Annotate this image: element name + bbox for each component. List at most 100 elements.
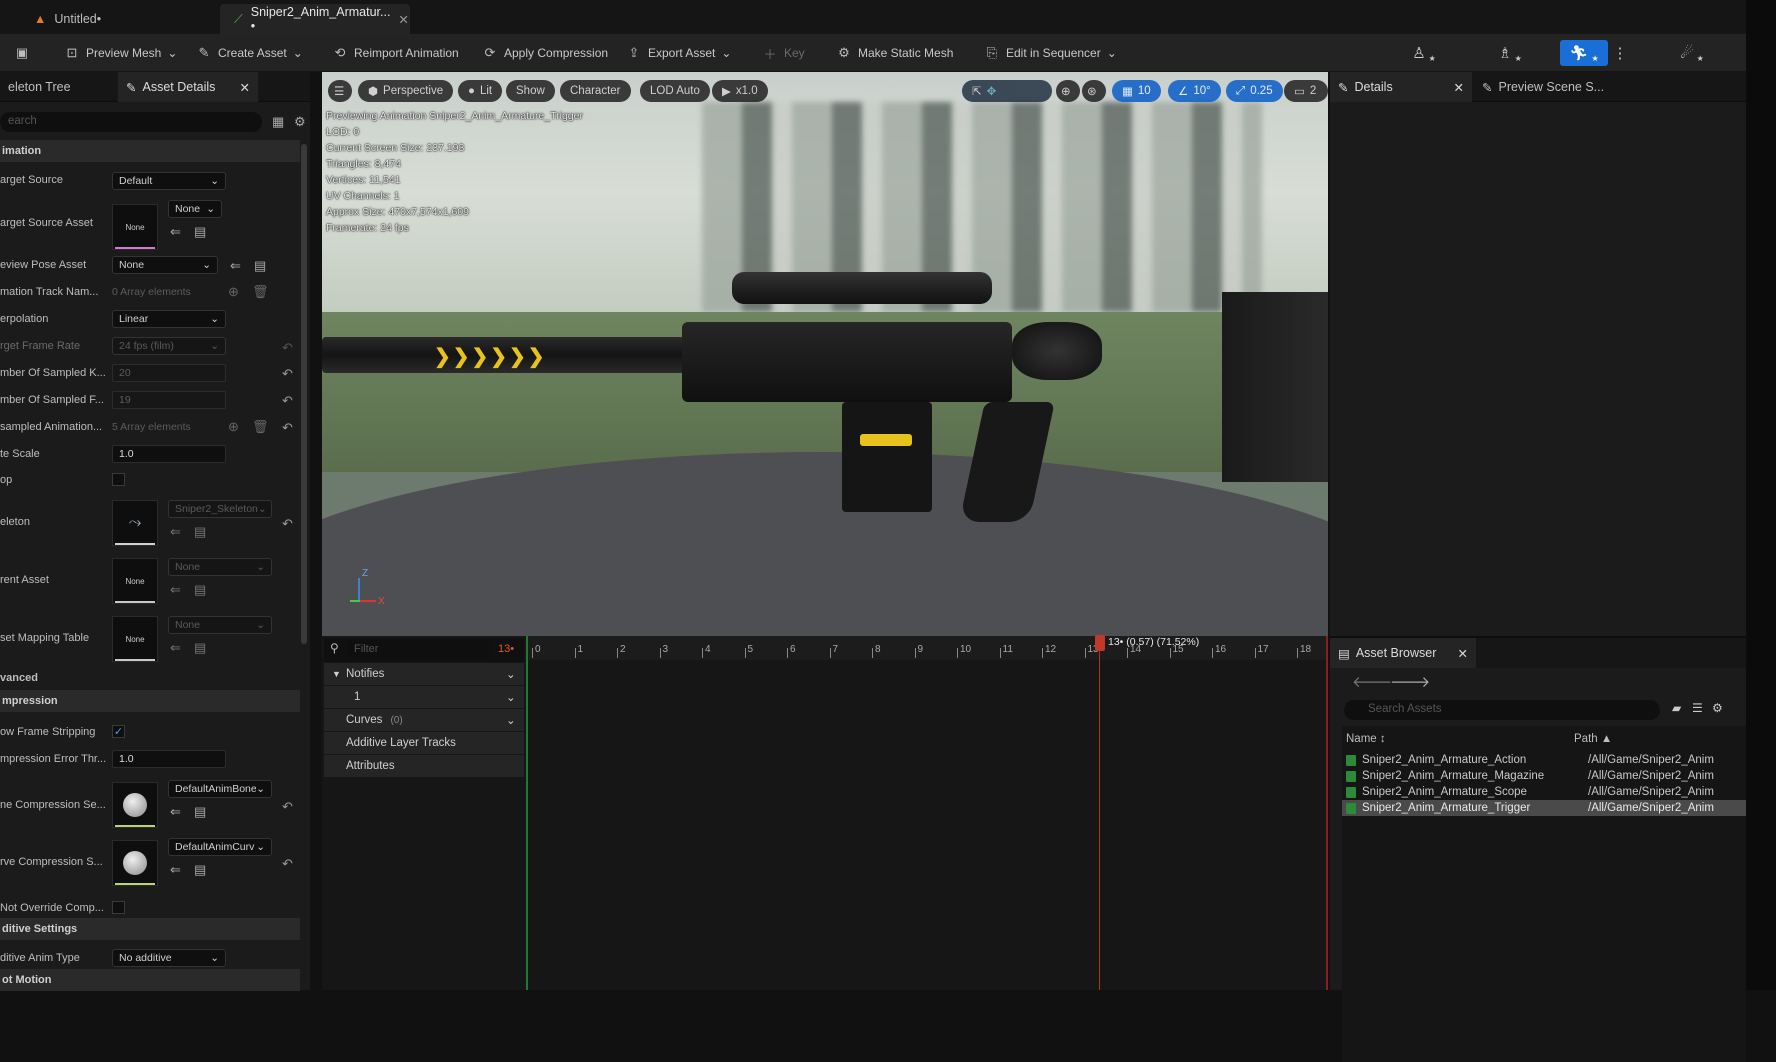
key-button[interactable]: ＋ Key — [762, 41, 804, 65]
reset-arrow-icon[interactable]: ↶ — [282, 366, 293, 382]
table-view-icon[interactable]: ▦ — [272, 114, 284, 130]
settings-gear-icon[interactable]: ⚙ — [294, 114, 306, 130]
curve-compression-combo[interactable]: DefaultAnimCurv ⌄ — [168, 838, 272, 856]
column-path-header[interactable]: Path ▲ — [1574, 733, 1612, 745]
grid-snap-button[interactable]: ▦ 10 — [1112, 80, 1161, 102]
close-icon[interactable]: ✕ — [240, 80, 250, 95]
edit-in-sequencer-button[interactable]: ⎘ Edit in Sequencer ⌄ — [984, 41, 1117, 65]
retarget-source-asset-combo[interactable]: None ⌄ — [168, 200, 222, 218]
scale-snap-button[interactable]: ⤢ 0.25 — [1226, 80, 1283, 102]
use-selected-icon[interactable]: ⇐ — [170, 804, 181, 820]
track-attributes[interactable]: Attributes — [324, 755, 524, 777]
tab-asset-browser[interactable]: ▤ Asset Browser ✕ — [1330, 638, 1476, 668]
reimport-animation-button[interactable]: ⟲ Reimport Animation — [332, 41, 459, 65]
physics-mode-button[interactable]: ☄ ★ — [1668, 40, 1716, 66]
surface-snap-button[interactable]: ⊛ — [1082, 80, 1106, 102]
timeline-filter-input[interactable]: Filter — [346, 640, 492, 658]
lod-button[interactable]: LOD Auto — [640, 80, 710, 102]
add-element-icon[interactable]: ⊕ — [228, 284, 239, 300]
transform-mode-group[interactable]: ⇱ ✥ — [962, 80, 1052, 102]
details-scrollbar[interactable] — [301, 144, 307, 644]
track-notifies[interactable]: ▼ Notifies ⌄ — [324, 663, 524, 685]
browse-folder-icon[interactable]: ▤ — [254, 258, 266, 274]
asset-thumbnail[interactable]: None — [112, 616, 158, 662]
trash-icon[interactable]: 🗑︎ — [252, 284, 269, 300]
use-selected-icon[interactable]: ⇐ — [230, 258, 241, 274]
interpolation-combo[interactable]: Linear ⌄ — [112, 310, 226, 328]
add-element-icon[interactable]: ⊕ — [228, 419, 239, 435]
more-options-button[interactable]: ⋮ — [1610, 40, 1630, 66]
viewport-menu-button[interactable]: ☰ — [328, 80, 352, 102]
chevron-down-icon[interactable]: ⌄ — [506, 667, 516, 681]
forward-arrow-icon[interactable]: 🡒 — [1390, 672, 1430, 691]
tab-details[interactable]: ✎ Details ✕ — [1330, 72, 1472, 102]
additive-anim-type-combo[interactable]: No additive ⌄ — [112, 949, 226, 967]
section-additive-settings[interactable]: ditive Settings — [0, 918, 300, 940]
asset-row[interactable]: Sniper2_Anim_Armature_Magazine/All/Game/… — [1342, 768, 1746, 784]
lit-button[interactable]: ● Lit — [458, 80, 503, 102]
use-selected-icon[interactable]: ⇐ — [170, 862, 181, 878]
rotation-snap-button[interactable]: ∠ 10° — [1168, 80, 1221, 102]
chevron-down-icon[interactable]: ⌄ — [506, 713, 516, 727]
preview-mesh-button[interactable]: ⊡ Preview Mesh ⌄ — [64, 41, 178, 65]
world-local-button[interactable]: ⊕ — [1056, 80, 1080, 102]
skeleton-combo[interactable]: Sniper2_Skeleton ⌄ — [168, 500, 272, 518]
column-name-header[interactable]: Name ↕ — [1346, 733, 1386, 745]
reset-arrow-icon[interactable]: ↶ — [282, 799, 293, 815]
rate-scale-field[interactable]: 1.0 — [112, 445, 226, 463]
tab-sniper-anim[interactable]: ⟋ Sniper2_Anim_Armatur... • ✕ — [220, 4, 410, 34]
browse-folder-icon[interactable]: ▤ — [194, 640, 206, 656]
loop-checkbox[interactable] — [112, 473, 125, 486]
advanced-expander[interactable]: vanced — [0, 672, 108, 684]
section-animation[interactable]: imation — [0, 140, 300, 162]
track-additive-layer[interactable]: Additive Layer Tracks — [324, 732, 524, 754]
back-arrow-icon[interactable]: 🡐 — [1352, 672, 1392, 691]
browse-folder-icon[interactable]: ▤ — [194, 862, 206, 878]
tab-asset-details[interactable]: ✎ Asset Details ✕ — [118, 72, 258, 102]
asset-mapping-table-combo[interactable]: None ⌄ — [168, 616, 272, 634]
section-root-motion[interactable]: ot Motion — [0, 969, 300, 991]
trash-icon[interactable]: 🗑︎ — [252, 419, 269, 435]
perspective-button[interactable]: ⬢ Perspective — [358, 80, 454, 102]
asset-row[interactable]: Sniper2_Anim_Armature_Action/All/Game/Sn… — [1342, 752, 1746, 768]
folder-icon[interactable]: ▰ — [1672, 701, 1681, 715]
bone-compression-combo[interactable]: DefaultAnimBone ⌄ — [168, 780, 272, 798]
tab-skeleton-tree[interactable]: eleton Tree — [0, 72, 116, 102]
use-selected-icon[interactable]: ⇐ — [170, 582, 181, 598]
close-icon[interactable]: ✕ — [1458, 646, 1468, 661]
frame-stripping-checkbox[interactable]: ✓ — [112, 725, 125, 738]
camera-speed-button[interactable]: ▭ 2 — [1284, 80, 1328, 102]
time-ruler[interactable]: 0 1 2 3 4 5 6 7 8 9 10 11 12 13 14 15 16 17 18 — [528, 636, 1326, 660]
reset-arrow-icon[interactable]: ↶ — [282, 856, 293, 872]
create-asset-button[interactable]: ✎ Create Asset ⌄ — [196, 41, 303, 65]
details-search-input[interactable]: earch — [0, 112, 262, 132]
tab-preview-scene[interactable]: ✎ Preview Scene S... — [1474, 72, 1624, 102]
playhead-handle[interactable] — [1095, 635, 1105, 651]
tab-untitled[interactable]: ▲ Untitled• — [20, 4, 115, 34]
use-selected-icon[interactable]: ⇐ — [170, 524, 181, 540]
asset-thumbnail[interactable]: None — [112, 558, 158, 604]
asset-row-selected[interactable]: Sniper2_Anim_Armature_Trigger/All/Game/S… — [1342, 800, 1746, 816]
playback-speed-button[interactable]: ▶ x1.0 — [712, 80, 768, 102]
track-notify-1[interactable]: 1 ⌄ — [324, 686, 524, 708]
settings-gear-icon[interactable]: ⚙ — [1712, 701, 1723, 715]
track-curves[interactable]: Curves (0) ⌄ — [324, 709, 524, 731]
retarget-source-combo[interactable]: Default ⌄ — [112, 172, 226, 190]
export-asset-button[interactable]: ⇪ Export Asset ⌄ — [626, 41, 732, 65]
character-button[interactable]: Character — [560, 80, 631, 102]
animation-mode-button[interactable]: 🏃︎ ★ — [1560, 40, 1608, 66]
filter-icon[interactable]: ☰ — [1692, 701, 1703, 715]
skeleton-thumbnail[interactable]: ⤳ — [112, 500, 158, 546]
browse-asset-button[interactable]: ▣ — [14, 41, 30, 65]
use-selected-icon[interactable]: ⇐ — [170, 224, 181, 240]
close-icon[interactable]: ✕ — [1454, 80, 1464, 95]
preview-pose-asset-combo[interactable]: None ⌄ — [112, 256, 218, 274]
reset-arrow-icon[interactable]: ↶ — [282, 420, 293, 436]
section-compression[interactable]: mpression — [0, 690, 300, 712]
compression-error-field[interactable]: 1.0 — [112, 750, 226, 768]
skeleton-mode-button[interactable]: ♙ ★ — [1400, 40, 1448, 66]
show-button[interactable]: Show — [506, 80, 555, 102]
apply-compression-button[interactable]: ⟳ Apply Compression — [482, 41, 609, 65]
asset-search-input[interactable]: Search Assets — [1344, 700, 1660, 720]
chevron-down-icon[interactable]: ⌄ — [506, 690, 516, 704]
